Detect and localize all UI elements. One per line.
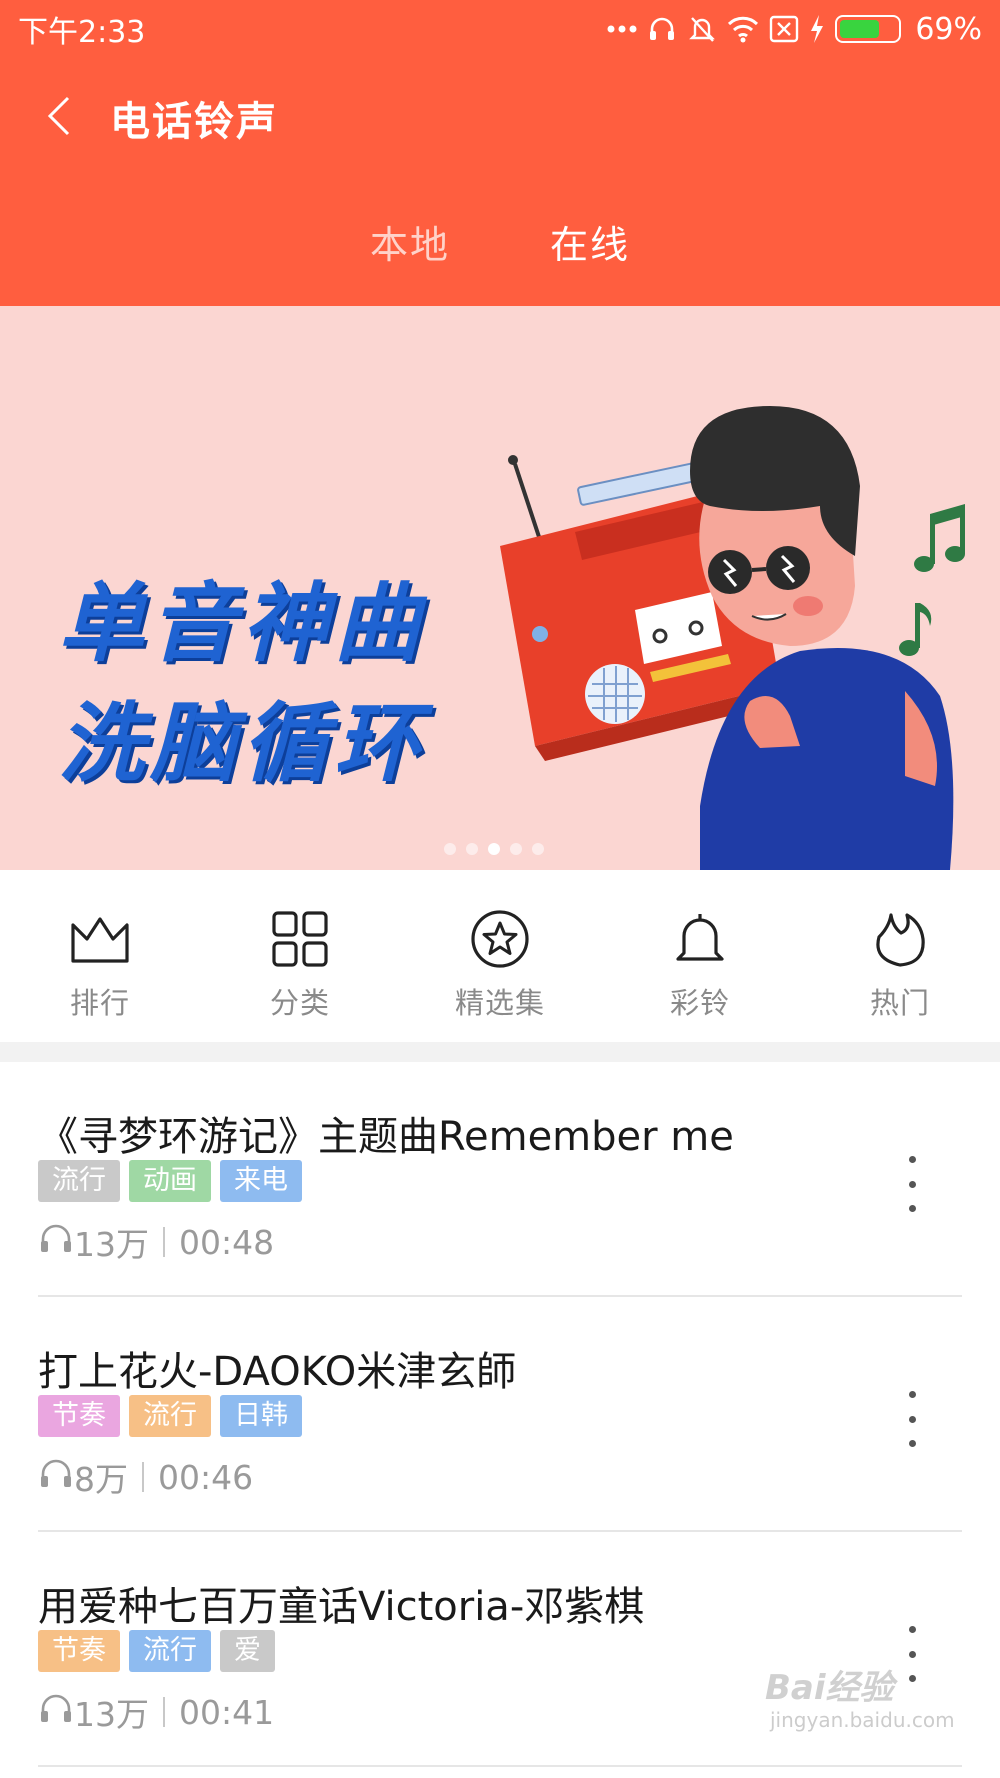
meta-separator bbox=[163, 1697, 165, 1727]
more-dots-icon bbox=[607, 24, 637, 34]
song-tag: 来电 bbox=[220, 1160, 302, 1202]
header: 下午2:33 69% 电话铃声 本地 在线 bbox=[0, 0, 1000, 306]
music-notes-illustration bbox=[899, 504, 965, 656]
bell-icon bbox=[669, 908, 731, 970]
more-options-button[interactable] bbox=[900, 1626, 924, 1682]
nav-color-ring[interactable]: 彩铃 bbox=[600, 870, 800, 1042]
carousel-dot[interactable] bbox=[532, 843, 544, 855]
song-tag: 日韩 bbox=[220, 1395, 302, 1437]
nav-category[interactable]: 分类 bbox=[200, 870, 400, 1042]
star-circle-icon bbox=[469, 908, 531, 970]
song-tag: 节奏 bbox=[38, 1630, 120, 1672]
page-title: 电话铃声 bbox=[110, 99, 278, 145]
status-time: 下午2:33 bbox=[18, 15, 146, 50]
tab-online[interactable]: 在线 bbox=[550, 210, 630, 280]
banner-headline-line2: 洗脑循环 bbox=[58, 694, 426, 794]
carousel-dot[interactable] bbox=[444, 843, 456, 855]
watermark-url: jingyan.baidu.com bbox=[770, 1708, 955, 1732]
banner-headline-line1: 单音神曲 bbox=[58, 574, 426, 674]
chevron-left-icon bbox=[46, 95, 72, 141]
play-count: 8万 bbox=[74, 1460, 128, 1499]
more-vertical-icon bbox=[908, 1156, 916, 1163]
song-duration: 00:48 bbox=[179, 1222, 275, 1262]
meta-separator bbox=[163, 1227, 165, 1257]
charging-icon bbox=[809, 14, 825, 44]
song-tag: 流行 bbox=[129, 1395, 211, 1437]
status-icons: 69% bbox=[607, 12, 982, 47]
carousel-dot[interactable] bbox=[466, 843, 478, 855]
more-options-button[interactable] bbox=[900, 1391, 924, 1447]
tab-bar: 本地 在线 bbox=[0, 210, 1000, 280]
song-duration: 00:46 bbox=[158, 1457, 254, 1497]
nav-featured-label: 精选集 bbox=[454, 986, 545, 1020]
status-bar: 下午2:33 69% bbox=[0, 0, 1000, 58]
song-title: 《寻梦环游记》主题曲Remember me bbox=[38, 1114, 734, 1160]
song-tag: 流行 bbox=[38, 1160, 120, 1202]
song-tag: 爱 bbox=[220, 1630, 275, 1672]
grid-icon bbox=[269, 908, 331, 970]
flame-icon bbox=[869, 908, 931, 970]
song-tag: 节奏 bbox=[38, 1395, 120, 1437]
app-screen: 下午2:33 69% 电话铃声 本地 在线 单音神曲 洗脑循环 排行 分类 精选… bbox=[0, 0, 1000, 1778]
song-item[interactable]: 打上花火-DAOKO米津玄師 节奏 流行 日韩 8万 00:46 bbox=[38, 1297, 962, 1532]
song-tags: 流行 动画 来电 bbox=[38, 1160, 302, 1202]
headphones-icon bbox=[38, 1222, 74, 1262]
headphones-icon bbox=[38, 1457, 74, 1497]
carousel-dot[interactable] bbox=[510, 843, 522, 855]
tab-local[interactable]: 本地 bbox=[370, 210, 450, 280]
nav-hot[interactable]: 热门 bbox=[800, 870, 1000, 1042]
more-options-button[interactable] bbox=[900, 1156, 924, 1212]
watermark: Bai经验 bbox=[765, 1668, 894, 1708]
battery-level bbox=[840, 20, 880, 38]
nav-hot-label: 热门 bbox=[869, 986, 930, 1020]
play-count: 13万 bbox=[74, 1695, 149, 1734]
song-item[interactable]: 《寻梦环游记》主题曲Remember me 流行 动画 来电 13万 00:48 bbox=[38, 1062, 962, 1297]
quick-nav: 排行 分类 精选集 彩铃 热门 bbox=[0, 870, 1000, 1042]
song-meta: 13万 00:48 bbox=[38, 1218, 274, 1266]
song-meta: 8万 00:46 bbox=[38, 1453, 253, 1501]
promo-banner[interactable]: 单音神曲 洗脑循环 bbox=[0, 306, 1000, 870]
more-vertical-icon bbox=[908, 1626, 916, 1633]
song-title: 用爱种七百万童话Victoria-邓紫棋 bbox=[38, 1584, 645, 1630]
crown-icon bbox=[69, 908, 131, 970]
meta-separator bbox=[142, 1462, 144, 1492]
nav-ranking[interactable]: 排行 bbox=[0, 870, 200, 1042]
back-button[interactable] bbox=[4, 78, 114, 158]
title-row: 电话铃声 bbox=[0, 78, 1000, 158]
song-title: 打上花火-DAOKO米津玄師 bbox=[38, 1349, 517, 1395]
nav-category-label: 分类 bbox=[269, 986, 330, 1020]
battery-percent: 69% bbox=[915, 11, 982, 47]
carousel-dot[interactable] bbox=[488, 843, 500, 855]
song-tag: 流行 bbox=[129, 1630, 211, 1672]
nav-featured[interactable]: 精选集 bbox=[400, 870, 600, 1042]
battery-icon bbox=[835, 15, 902, 43]
carousel-dots bbox=[444, 843, 544, 855]
headphones-icon bbox=[38, 1692, 74, 1732]
play-count: 13万 bbox=[74, 1225, 149, 1264]
sim-off-icon bbox=[769, 15, 799, 43]
song-tags: 节奏 流行 日韩 bbox=[38, 1395, 302, 1437]
nav-ranking-label: 排行 bbox=[69, 986, 130, 1020]
section-divider bbox=[0, 1042, 1000, 1062]
nav-color-ring-label: 彩铃 bbox=[669, 986, 730, 1020]
headset-icon bbox=[647, 14, 677, 44]
wifi-icon bbox=[727, 15, 759, 43]
mute-bell-icon bbox=[687, 14, 717, 44]
song-meta: 13万 00:41 bbox=[38, 1688, 274, 1736]
more-vertical-icon bbox=[908, 1391, 916, 1398]
song-duration: 00:41 bbox=[179, 1692, 275, 1732]
song-tags: 节奏 流行 爱 bbox=[38, 1630, 275, 1672]
song-tag: 动画 bbox=[129, 1160, 211, 1202]
